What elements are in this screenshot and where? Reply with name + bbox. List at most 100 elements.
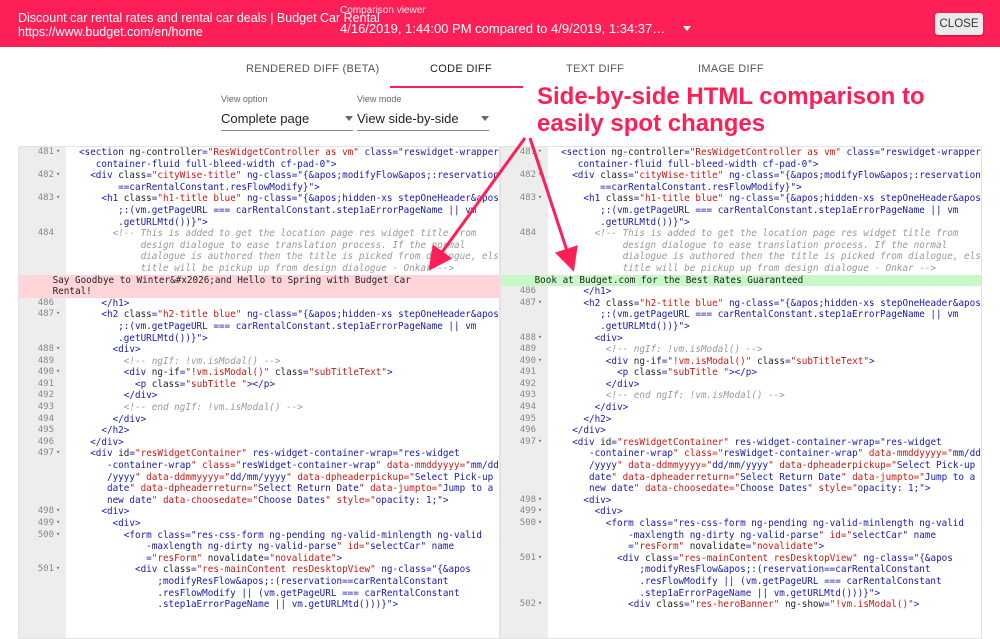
code-row: 495 </h2> [19, 425, 499, 437]
code-row: 502 ▾ <div class="res-heroBanner" ng-show… [501, 599, 981, 611]
code-row: 501 ▾ <div class="res-mainContent resDesk… [501, 553, 981, 599]
line-number: 492 [37, 390, 54, 401]
code-line: <!-- ngIf: !vm.isModal() --> [79, 355, 281, 367]
view-option-dropdown[interactable]: Complete page [221, 107, 353, 131]
view-mode-label: View mode [357, 94, 402, 104]
code-line: <!-- end ngIf: !vm.isModal() --> [561, 390, 785, 402]
fold-toggle-icon[interactable]: ▾ [56, 564, 60, 572]
left-code-pane[interactable]: 481 ▾ <section ng-controller="ResWidgetCon… [18, 146, 500, 639]
fold-toggle-icon[interactable]: ▾ [56, 530, 60, 538]
fold-toggle-icon[interactable]: ▾ [56, 518, 60, 526]
fold-toggle-icon[interactable]: ▾ [538, 147, 542, 155]
fold-toggle-icon[interactable]: ▾ [538, 298, 542, 306]
fold-toggle-icon[interactable]: ▾ [56, 367, 60, 375]
fold-toggle-icon[interactable]: ▾ [538, 333, 542, 341]
fold-toggle-icon[interactable]: ▾ [56, 344, 60, 352]
active-tab-indicator [390, 86, 523, 88]
line-number: 494 [519, 402, 536, 413]
code-row: 489 <!-- ngIf: !vm.isModal() --> [19, 356, 499, 368]
code-line: <h1 class="h1-title blue" ng-class="{&ap… [561, 193, 981, 228]
fold-toggle-icon[interactable]: ▾ [538, 553, 542, 561]
code-row: 483 ▾ <h1 class="h1-title blue" ng-class=… [19, 193, 499, 228]
code-row: 499 ▾ <div> [19, 518, 499, 530]
tab-rendered-diff[interactable]: RENDERED DIFF (BETA) [246, 63, 380, 75]
fold-toggle-icon[interactable]: ▾ [56, 309, 60, 317]
code-row: 486 </h1> [501, 286, 981, 298]
fold-toggle-icon[interactable]: ▾ [56, 170, 60, 178]
code-line: <h1 class="h1-title blue" ng-class="{&ap… [79, 193, 499, 228]
code-line: <h2 class="h2-title blue" ng-class="{&ap… [79, 309, 499, 344]
line-number: 496 [37, 436, 54, 447]
tab-image-diff[interactable]: IMAGE DIFF [698, 63, 764, 75]
code-line: <div> [79, 506, 130, 518]
top-bar: Discount car rental rates and rental car… [0, 0, 1000, 47]
code-row: 497 ▾ <div id="resWidgetContainer" res-wi… [19, 448, 499, 506]
code-line: <div class="cityWise-title" ng-class="{&… [561, 170, 981, 193]
annotation-text: Side-by-side HTML comparison to easily s… [537, 83, 925, 137]
fold-toggle-icon[interactable]: ▾ [56, 147, 60, 155]
comparison-selector[interactable]: 4/16/2019, 1:44:00 PM compared to 4/9/20… [340, 21, 692, 36]
code-line: <div> [79, 518, 141, 529]
view-mode-select[interactable]: View mode View side-by-side [357, 94, 489, 131]
line-number: 486 [519, 286, 536, 297]
code-row: 491 <p class="subTitle "></p> [19, 379, 499, 391]
fold-toggle-icon[interactable]: ▾ [56, 448, 60, 456]
code-line: <div id="resWidgetContainer" res-widget-… [79, 448, 499, 506]
fold-toggle-icon[interactable]: ▾ [538, 193, 542, 201]
line-number: 491 [519, 367, 536, 378]
added-line: Book at Budget.com for the Best Rates Gu… [501, 274, 981, 287]
fold-toggle-icon[interactable]: ▾ [538, 356, 542, 364]
code-row: 495 </h2> [501, 414, 981, 426]
code-row: 497 ▾ <div id="resWidgetContainer" res-wi… [501, 437, 981, 495]
right-code-pane[interactable]: 481 ▾ <section ng-controller="ResWidgetCon… [500, 146, 982, 639]
code-row: 489 <!-- ngIf: !vm.isModal() --> [501, 344, 981, 356]
fold-toggle-icon[interactable]: ▾ [56, 193, 60, 201]
code-line: </h2> [79, 425, 130, 437]
tab-text-diff[interactable]: TEXT DIFF [566, 63, 624, 75]
fold-toggle-icon[interactable]: ▾ [538, 506, 542, 514]
code-line: <form class="res-css-form ng-pending ng-… [605, 518, 964, 553]
code-row: 494 </div> [501, 402, 981, 414]
fold-toggle-icon[interactable]: ▾ [538, 495, 542, 503]
line-number: 496 [519, 425, 536, 436]
line-number: 493 [37, 402, 54, 413]
code-line: <section ng-controller="ResWidgetControl… [561, 147, 981, 170]
close-button[interactable]: CLOSE [935, 13, 983, 35]
code-line: <div ng-if="!vm.isModal()" class="subTit… [79, 367, 393, 379]
code-row: 498 ▾ <div> [19, 506, 499, 518]
fold-toggle-icon[interactable]: ▾ [538, 170, 542, 178]
code-line: <div> [561, 332, 623, 344]
page-title: Discount car rental rates and rental car… [18, 11, 380, 25]
code-row: 496 </div> [501, 425, 981, 437]
code-line: </h2> [561, 413, 612, 425]
code-row: 487 ▾ <h2 class="h2-title blue" ng-class=… [19, 309, 499, 344]
fold-toggle-icon[interactable]: ▾ [538, 518, 542, 526]
code-line: </div> [79, 436, 124, 448]
code-line: <section ng-controller="ResWidgetControl… [79, 147, 499, 170]
code-line: <div class="res-mainContent resDesktopVi… [561, 552, 953, 599]
line-number: 492 [519, 378, 536, 389]
view-mode-dropdown[interactable]: View side-by-side [357, 107, 489, 131]
code-line: <div class="res-mainContent resDesktopVi… [79, 564, 471, 611]
code-line: <div id="resWidgetContainer" res-widget-… [561, 436, 981, 495]
line-number: 494 [37, 413, 54, 424]
code-row: 490 ▾ <div ng-if="!vm.isModal()" class="s… [19, 367, 499, 379]
code-line: <h2 class="h2-title blue" ng-class="{&ap… [561, 297, 981, 332]
fold-toggle-icon[interactable]: ▾ [56, 506, 60, 514]
right-code-lines: 481 ▾ <section ng-controller="ResWidgetCon… [501, 147, 981, 611]
code-line: <!-- This is added to get the location p… [79, 228, 500, 274]
code-line: <div> [79, 344, 141, 356]
line-number: 484 [37, 228, 54, 239]
view-option-select[interactable]: View option Complete page [221, 94, 353, 131]
code-row: 481 ▾ <section ng-controller="ResWidgetCon… [501, 147, 981, 170]
code-row: 493 <!-- end ngIf: !vm.isModal() --> [19, 402, 499, 414]
fold-toggle-icon[interactable]: ▾ [538, 437, 542, 445]
code-line: </div> [561, 378, 640, 390]
tab-code-diff[interactable]: CODE DIFF [430, 63, 492, 75]
fold-toggle-icon[interactable]: ▾ [538, 599, 542, 607]
removed-line: Say Goodbye to Winter&#x2026;and Hello t… [19, 274, 499, 298]
code-row: 490 ▾ <div ng-if="!vm.isModal()" class="s… [501, 356, 981, 368]
code-line: </div> [561, 402, 629, 414]
code-row: 482 ▾ <div class="cityWise-title" ng-clas… [501, 170, 981, 193]
code-row: 494 </div> [19, 414, 499, 426]
